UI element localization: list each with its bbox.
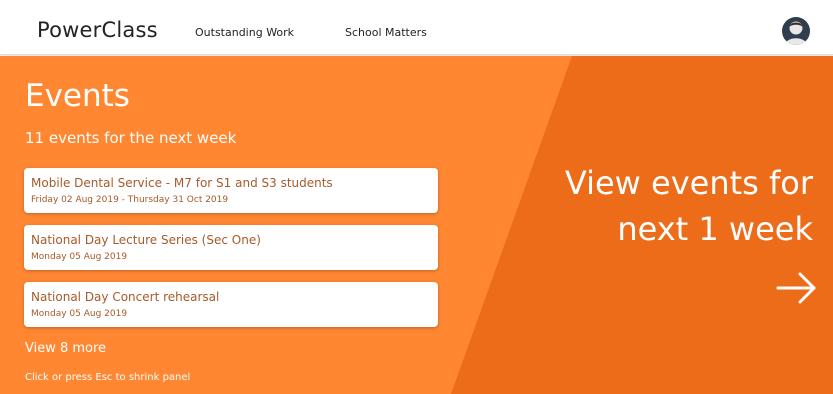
event-card[interactable]: Mobile Dental Service - M7 for S1 and S3… xyxy=(24,168,438,213)
events-count: 11 events for the next week xyxy=(25,129,237,147)
events-title: Events xyxy=(25,78,130,114)
shrink-panel-hint: Click or press Esc to shrink panel xyxy=(25,372,191,383)
arrow-right-icon[interactable] xyxy=(775,270,819,306)
event-date: Monday 05 Aug 2019 xyxy=(31,309,128,319)
cta-line-2: next 1 week xyxy=(617,210,813,248)
nav-outstanding-work[interactable]: Outstanding Work xyxy=(195,26,294,39)
cta-line-1: View events for xyxy=(564,164,813,202)
events-panel[interactable]: Events 11 events for the next week Mobil… xyxy=(0,56,833,394)
event-date: Monday 05 Aug 2019 xyxy=(31,252,128,262)
event-card[interactable]: National Day Lecture Series (Sec One) Mo… xyxy=(24,225,438,270)
nav-school-matters[interactable]: School Matters xyxy=(345,26,427,39)
app-brand-logo[interactable]: PowerClass xyxy=(37,18,158,42)
event-date: Friday 02 Aug 2019 - Thursday 31 Oct 201… xyxy=(31,195,229,205)
user-avatar[interactable] xyxy=(782,17,810,45)
view-events-cta[interactable]: View events for next 1 week xyxy=(473,160,813,252)
event-title: National Day Lecture Series (Sec One) xyxy=(31,233,261,247)
event-title: Mobile Dental Service - M7 for S1 and S3… xyxy=(31,176,333,190)
user-profile-icon xyxy=(785,21,807,45)
event-title: National Day Concert rehearsal xyxy=(31,290,220,304)
event-card[interactable]: National Day Concert rehearsal Monday 05… xyxy=(24,282,438,327)
top-navigation-bar: PowerClass Outstanding Work School Matte… xyxy=(0,5,833,55)
view-more-events-link[interactable]: View 8 more xyxy=(25,341,106,356)
